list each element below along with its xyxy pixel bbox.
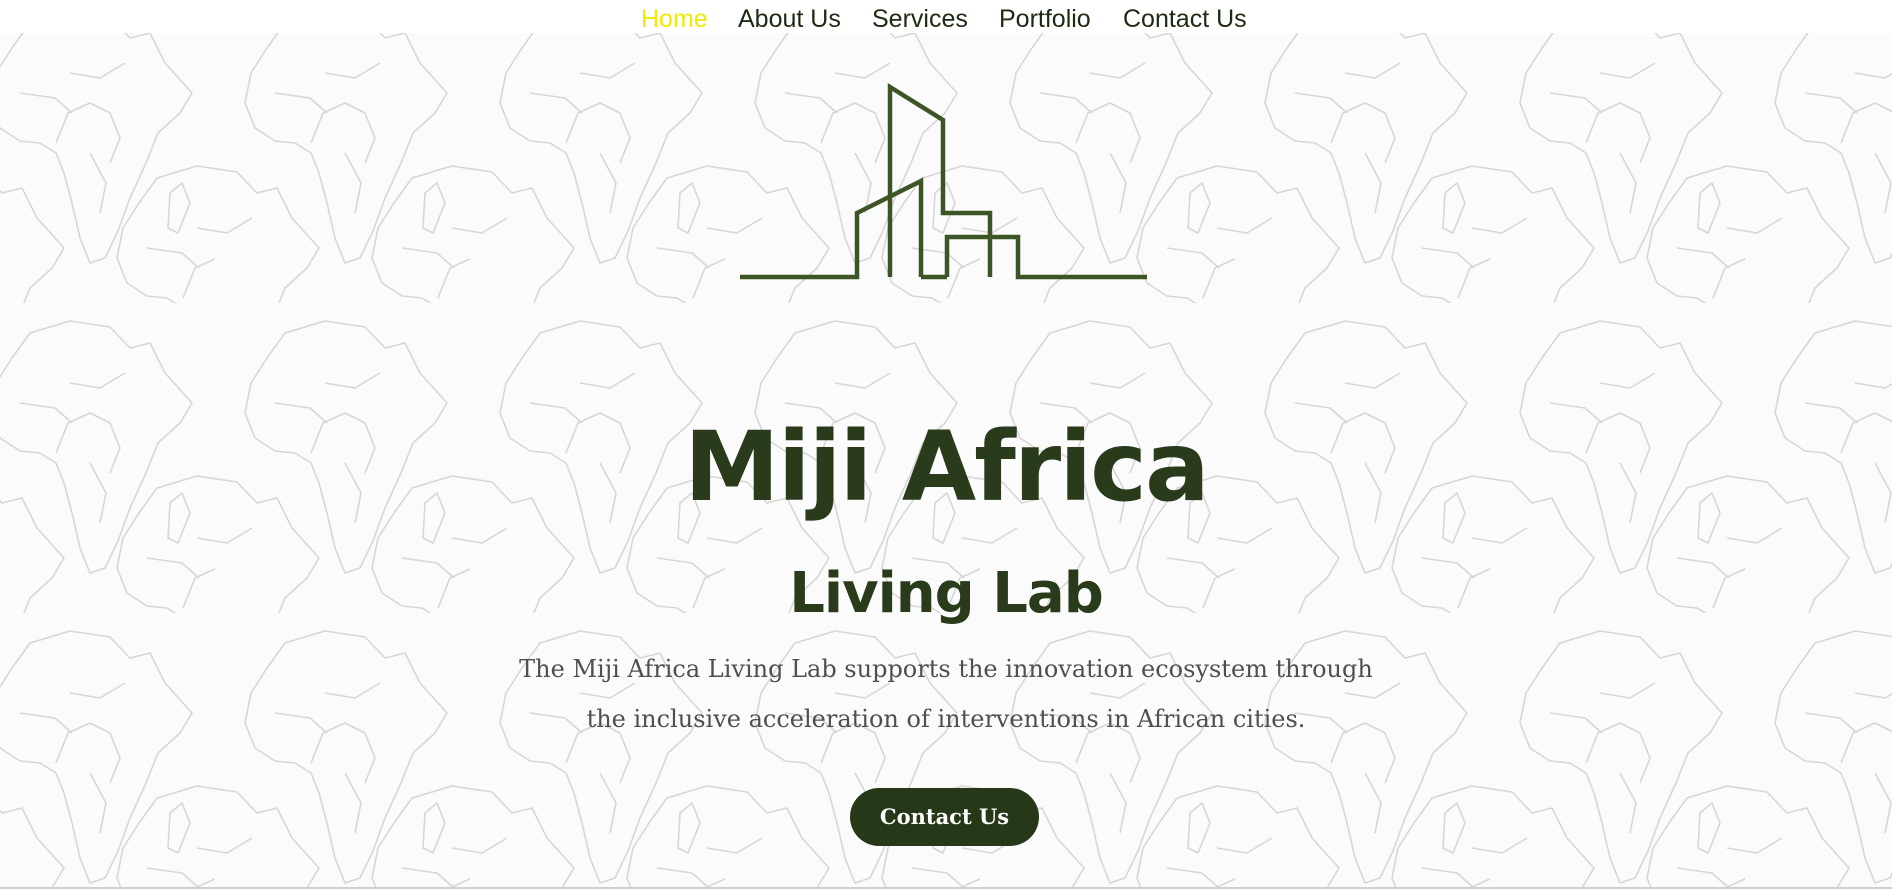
nav-link-contact-us[interactable]: Contact Us bbox=[1123, 4, 1247, 34]
contact-us-button[interactable]: Contact Us bbox=[850, 788, 1039, 846]
nav-link-services[interactable]: Services bbox=[872, 4, 968, 34]
city-skyline-icon bbox=[740, 82, 1147, 280]
top-navigation: Home About Us Services Portfolio Contact… bbox=[0, 0, 1892, 33]
nav-link-about-us[interactable]: About Us bbox=[738, 4, 841, 34]
nav-link-portfolio[interactable]: Portfolio bbox=[999, 4, 1091, 34]
nav-link-home[interactable]: Home bbox=[641, 4, 708, 34]
hero-section: Miji Africa Living Lab The Miji Africa L… bbox=[0, 33, 1892, 887]
page-subtitle: Living Lab bbox=[789, 561, 1104, 627]
page-title: Miji Africa bbox=[684, 411, 1210, 524]
hero-description: The Miji Africa Living Lab supports the … bbox=[519, 655, 1373, 733]
